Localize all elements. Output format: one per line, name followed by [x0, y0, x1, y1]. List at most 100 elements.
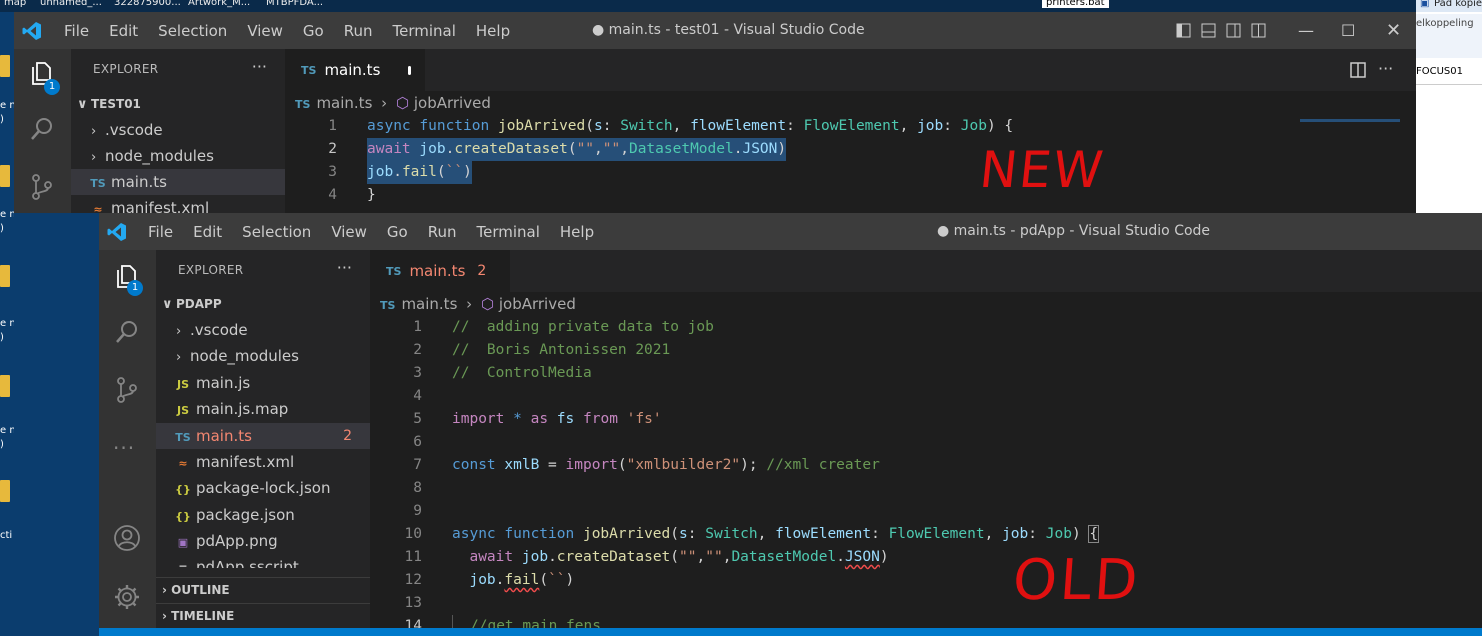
desktop-item[interactable]: map	[4, 0, 26, 8]
menu-file[interactable]: File	[148, 223, 173, 241]
menu-terminal[interactable]: Terminal	[393, 22, 456, 40]
tab-label: main.ts	[409, 262, 466, 280]
menu-selection[interactable]: Selection	[242, 223, 311, 241]
more-actions-icon[interactable]: ···	[252, 57, 267, 76]
code-line[interactable]: await job.createDataset("","",DatasetMod…	[452, 546, 888, 569]
menu-go[interactable]: Go	[387, 223, 408, 241]
desktop-top-strip: map unnamed_... 322875900... Artwork_M..…	[0, 0, 1482, 12]
accounts-icon[interactable]	[113, 524, 141, 552]
toggle-panel-icon[interactable]	[1201, 23, 1216, 38]
menu-file[interactable]: File	[64, 22, 89, 40]
workspace-root[interactable]: ∨ PDAPP	[156, 291, 370, 317]
status-bar	[99, 628, 1482, 636]
desktop-item[interactable]: MTBPFDA...	[266, 0, 323, 8]
toggle-sidebar-icon[interactable]	[1176, 23, 1191, 38]
minimap[interactable]	[1300, 119, 1400, 122]
tree-file-main-ts[interactable]: TS main.ts	[71, 169, 285, 195]
desktop-folder-icon[interactable]	[0, 55, 10, 77]
desktop-folder-icon[interactable]	[0, 375, 10, 397]
code-line[interactable]: // adding private data to job	[452, 316, 714, 339]
desktop-label: )	[0, 114, 4, 125]
gear-icon[interactable]	[113, 583, 141, 611]
menu-edit[interactable]: Edit	[109, 22, 138, 40]
tab-main-ts[interactable]: TS main.ts	[285, 49, 425, 91]
more-actions-icon[interactable]: ···	[337, 258, 352, 277]
breadcrumb-symbol[interactable]: jobArrived	[414, 94, 491, 112]
tab-problems-count: 2	[477, 263, 487, 279]
desktop-folder-icon[interactable]	[0, 265, 10, 287]
tree-file-package-json[interactable]: {} package.json	[156, 502, 370, 528]
toggle-secondary-sidebar-icon[interactable]	[1226, 23, 1241, 38]
line-number: 1	[413, 319, 422, 335]
tree-label: main.js	[196, 374, 251, 392]
desktop-item[interactable]: unnamed_...	[40, 0, 102, 8]
json-file-icon: {}	[175, 510, 191, 523]
title-bar: File Edit Selection View Go Run Terminal…	[14, 12, 1416, 49]
code-line[interactable]: job.fail(``)	[367, 161, 472, 184]
breadcrumb-symbol[interactable]: jobArrived	[499, 295, 576, 313]
menu-run[interactable]: Run	[428, 223, 457, 241]
explorer-sidebar: EXPLORER ··· ∨ PDAPP › .vscode › node_modul…	[156, 250, 370, 636]
search-icon[interactable]	[28, 115, 56, 143]
more-views-icon[interactable]: ···	[113, 436, 135, 460]
code-line[interactable]: import * as fs from 'fs'	[452, 408, 662, 431]
menu-edit[interactable]: Edit	[193, 223, 222, 241]
tab-main-ts[interactable]: TS main.ts 2	[370, 250, 510, 292]
desktop-item[interactable]: 322875900...	[114, 0, 181, 8]
source-control-icon[interactable]	[113, 376, 141, 404]
breadcrumb-file[interactable]: main.ts	[401, 295, 457, 313]
code-line[interactable]: }	[367, 184, 376, 207]
code-line[interactable]: job.fail(``)	[452, 569, 574, 592]
tree-file-main-ts[interactable]: TS main.ts 2	[156, 423, 370, 449]
tree-file-png[interactable]: ▣ pdApp.png	[156, 528, 370, 554]
copy-path-button[interactable]: Pad kopiëren	[1434, 0, 1482, 9]
customize-layout-icon[interactable]	[1251, 23, 1266, 38]
desktop-item[interactable]: printers.bat	[1042, 0, 1109, 8]
split-editor-icon[interactable]	[1350, 62, 1366, 78]
menu-run[interactable]: Run	[344, 22, 373, 40]
timeline-section[interactable]: › TIMELINE	[156, 603, 370, 630]
minimize-icon[interactable]: —	[1298, 12, 1314, 49]
close-icon[interactable]: ✕	[1386, 12, 1401, 49]
tree-file-package-lock[interactable]: {} package-lock.json	[156, 475, 370, 501]
menu-help[interactable]: Help	[476, 22, 510, 40]
code-line[interactable]: await job.createDataset("","",DatasetMod…	[367, 138, 787, 161]
workspace-root[interactable]: ∨ TEST01	[71, 91, 285, 117]
breadcrumb-file[interactable]: main.ts	[316, 94, 372, 112]
menu-help[interactable]: Help	[560, 223, 594, 241]
desktop-item[interactable]: Artwork_M...	[188, 0, 250, 8]
menu-go[interactable]: Go	[303, 22, 324, 40]
code-line[interactable]: async function jobArrived(s: Switch, flo…	[367, 115, 1013, 138]
shortcut-link[interactable]: elkoppeling	[1416, 18, 1474, 29]
code-line[interactable]: async function jobArrived(s: Switch, flo…	[452, 523, 1100, 546]
outline-section[interactable]: › OUTLINE	[156, 577, 370, 604]
tree-folder-vscode[interactable]: › .vscode	[71, 117, 285, 143]
menu-view[interactable]: View	[247, 22, 283, 40]
tree-file-main-js[interactable]: JS main.js	[156, 370, 370, 396]
tree-folder-node-modules[interactable]: › node_modules	[156, 343, 370, 369]
desktop-folder-icon[interactable]	[0, 165, 10, 187]
search-icon[interactable]	[113, 318, 141, 346]
tree-file-manifest[interactable]: ≈ manifest.xml	[156, 449, 370, 475]
unsaved-dot-icon[interactable]	[408, 65, 411, 75]
menu-selection[interactable]: Selection	[158, 22, 227, 40]
explorer-title: EXPLORER	[93, 62, 159, 76]
tree-folder-node-modules[interactable]: › node_modules	[71, 143, 285, 169]
tree-label: node_modules	[190, 347, 299, 365]
desktop-label: )	[0, 332, 4, 343]
desktop-folder-icon[interactable]	[0, 480, 10, 502]
menu-terminal[interactable]: Terminal	[477, 223, 540, 241]
typescript-file-icon: TS	[175, 431, 191, 444]
changes-badge: 1	[127, 280, 143, 296]
maximize-icon[interactable]: ☐	[1341, 12, 1355, 49]
code-line[interactable]: // Boris Antonissen 2021	[452, 339, 670, 362]
code-line[interactable]: // ControlMedia	[452, 362, 592, 385]
more-actions-icon[interactable]: ···	[1378, 59, 1393, 78]
tree-file-manifest[interactable]: ≈ manifest.xml	[71, 195, 285, 213]
tree-folder-vscode[interactable]: › .vscode	[156, 317, 370, 343]
tree-file-main-js-map[interactable]: JS main.js.map	[156, 396, 370, 422]
tree-file-sscript[interactable]: ≡pdApp.sscript	[156, 554, 370, 568]
menu-view[interactable]: View	[331, 223, 367, 241]
code-line[interactable]: const xmlB = import("xmlbuilder2"); //xm…	[452, 454, 880, 477]
source-control-icon[interactable]	[28, 173, 56, 201]
